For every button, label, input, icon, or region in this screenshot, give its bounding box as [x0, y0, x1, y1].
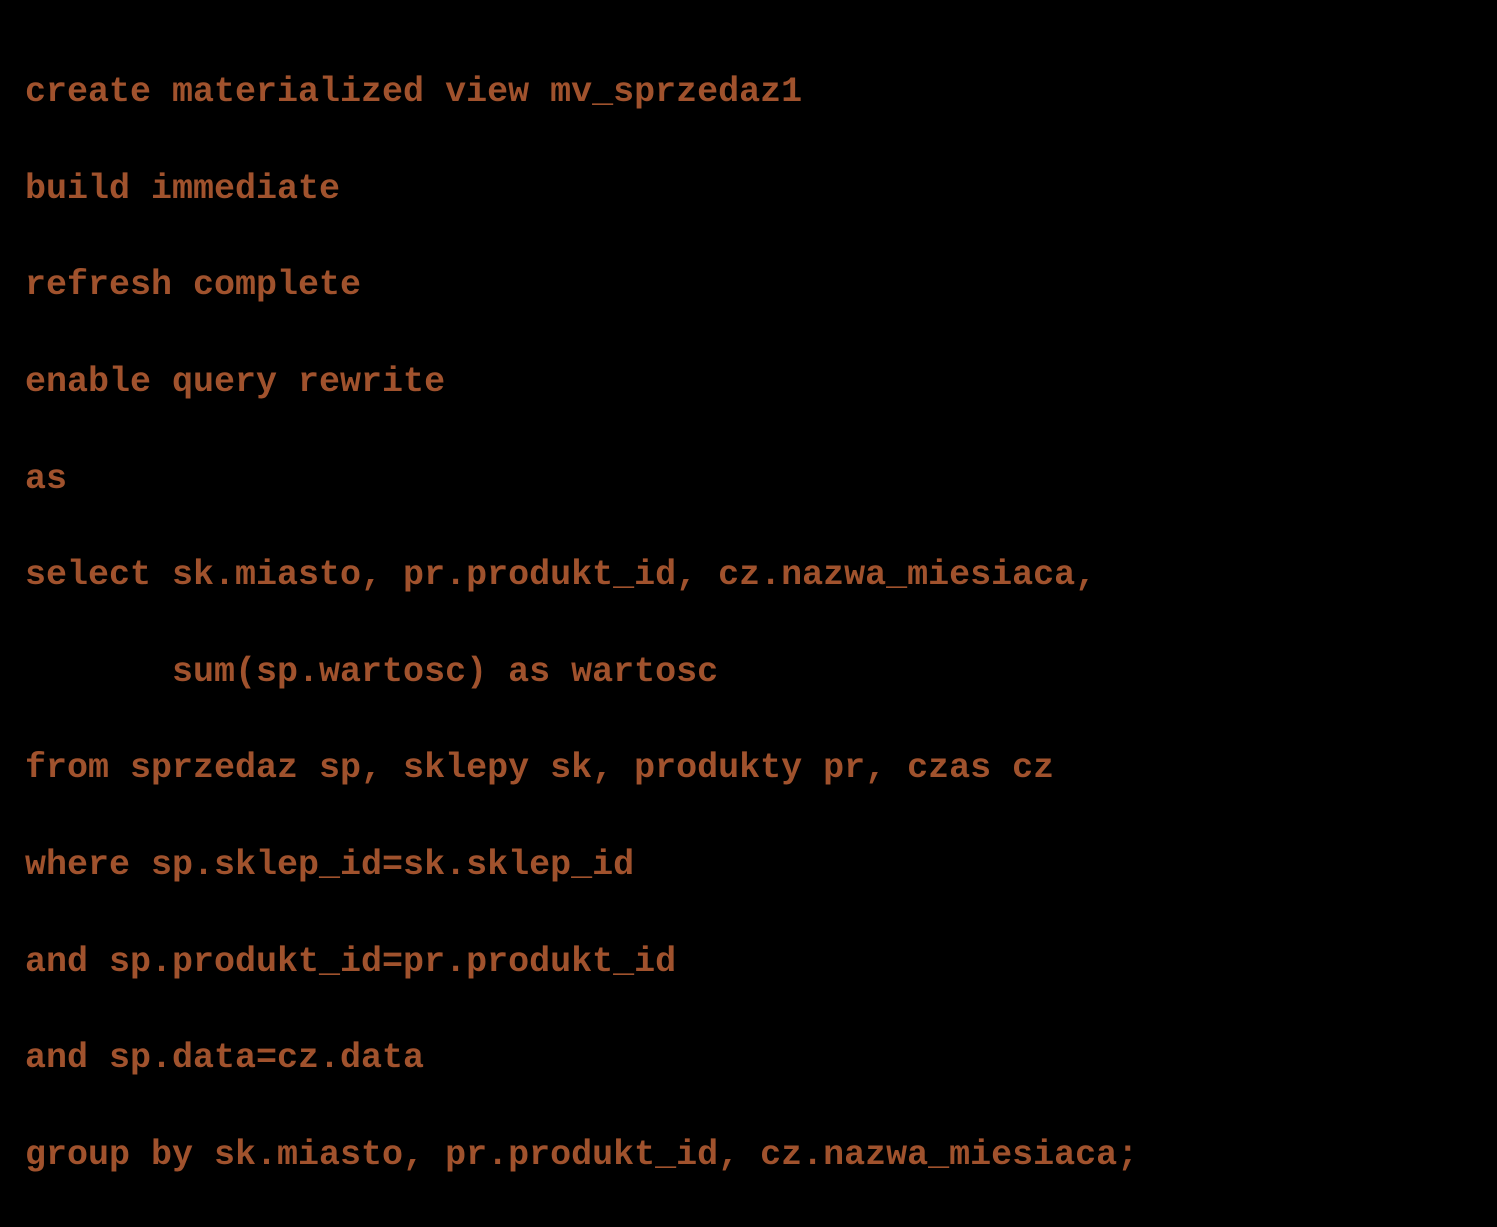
- code-line: as: [25, 455, 1472, 503]
- code-line: select sk.miasto, pr.produkt_id, cz.nazw…: [25, 551, 1472, 599]
- code-line: from sprzedaz sp, sklepy sk, produkty pr…: [25, 744, 1472, 792]
- code-line: enable query rewrite: [25, 358, 1472, 406]
- code-line: and sp.produkt_id=pr.produkt_id: [25, 938, 1472, 986]
- code-line: and sp.data=cz.data: [25, 1034, 1472, 1082]
- code-line: build immediate: [25, 165, 1472, 213]
- code-line: group by sk.miasto, pr.produkt_id, cz.na…: [25, 1131, 1472, 1179]
- sql-code-block: create materialized view mv_sprzedaz1 bu…: [25, 20, 1472, 1227]
- code-line: sum(sp.wartosc) as wartosc: [25, 648, 1472, 696]
- code-line: where sp.sklep_id=sk.sklep_id: [25, 841, 1472, 889]
- code-line: refresh complete: [25, 261, 1472, 309]
- code-line: create materialized view mv_sprzedaz1: [25, 68, 1472, 116]
